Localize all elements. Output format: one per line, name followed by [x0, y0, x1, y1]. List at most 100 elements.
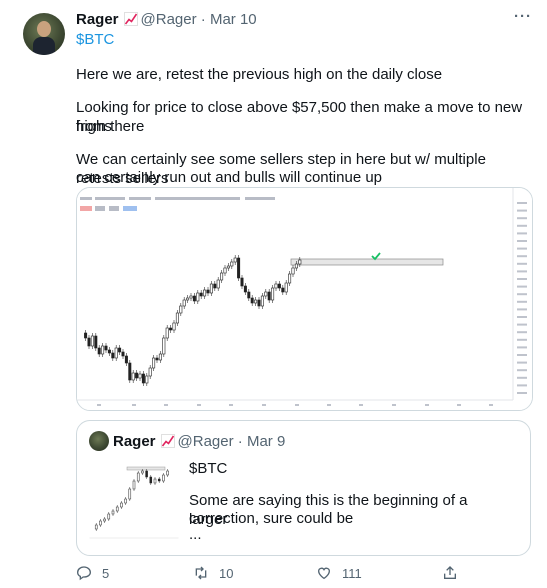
retweet-button[interactable]: 10	[193, 565, 233, 581]
price-tick	[517, 392, 527, 394]
reply-icon	[76, 566, 92, 581]
candle-body	[199, 292, 203, 297]
candle-body	[243, 285, 247, 293]
price-tick	[517, 308, 527, 311]
candle-body	[267, 291, 271, 301]
price-tick	[517, 217, 527, 220]
candle-body	[138, 373, 142, 379]
candle-body	[230, 261, 234, 267]
time-tick	[425, 404, 429, 406]
candle-body	[254, 299, 258, 304]
candle-body	[131, 372, 135, 381]
thumb-candle-body	[111, 510, 115, 515]
handle[interactable]: @Rager	[141, 11, 197, 28]
candle-body	[271, 287, 275, 301]
reply-button[interactable]: 5	[76, 565, 109, 581]
candle-body	[94, 335, 98, 349]
price-tick	[517, 224, 527, 227]
price-tick	[517, 300, 527, 303]
tweet[interactable]: Rager @Rager · Mar 10 ··· $BTC Here we ar…	[0, 0, 547, 588]
avatar[interactable]	[23, 13, 65, 55]
quoted-avatar[interactable]	[89, 431, 109, 451]
quoted-date[interactable]: Mar 9	[247, 433, 285, 450]
candle-body	[216, 279, 220, 289]
thumb-candle-body	[162, 474, 165, 482]
candle-body	[189, 295, 193, 299]
candle-body	[281, 287, 285, 293]
candle-body	[257, 299, 261, 307]
candle-body	[186, 297, 190, 301]
quoted-cashtag[interactable]: $BTC	[189, 459, 509, 478]
price-tick	[517, 369, 527, 372]
thumb-candle-body	[107, 513, 111, 520]
price-tick	[517, 331, 527, 334]
chart-up-emoji-icon	[123, 12, 138, 26]
candle-body	[264, 291, 268, 297]
tweet-line-1: Here we are, retest the previous high on…	[76, 66, 443, 83]
time-tick	[457, 404, 461, 406]
candlestick-chart-image	[77, 188, 532, 410]
quoted-tweet[interactable]: Rager @Rager · Mar 9 $BTC Some are saying…	[76, 420, 531, 556]
candle-body	[247, 291, 251, 299]
candle-body	[226, 265, 230, 269]
like-button[interactable]: 111	[316, 565, 362, 581]
time-tick	[132, 404, 136, 406]
candle-body	[182, 299, 186, 307]
chart-image[interactable]	[76, 187, 533, 411]
price-tick	[517, 293, 527, 296]
quoted-handle[interactable]: @Rager	[178, 433, 234, 450]
cashtag[interactable]: $BTC	[76, 31, 114, 48]
candle-body	[274, 283, 278, 289]
candle-body	[203, 289, 207, 297]
candle-body	[284, 282, 288, 293]
price-tick	[517, 346, 527, 349]
thumb-candle-body	[149, 476, 153, 484]
candle-body	[145, 375, 149, 384]
candle-body	[124, 355, 128, 364]
separator: ·	[200, 11, 206, 28]
tweet-actions: 5 10 111	[76, 565, 536, 583]
candle-body	[97, 347, 101, 355]
candle-body	[172, 322, 176, 331]
candle-body	[213, 283, 217, 289]
price-tick	[517, 247, 527, 250]
candle-body	[220, 272, 224, 281]
time-tick	[489, 404, 493, 406]
retweet-count: 10	[219, 565, 234, 581]
display-name[interactable]: Rager	[76, 11, 119, 28]
candle-body	[196, 292, 200, 302]
candle-body	[84, 332, 88, 339]
quoted-line-3: ...	[189, 526, 202, 543]
price-tick	[517, 278, 527, 280]
price-tick	[517, 354, 527, 356]
candle-body	[277, 283, 281, 289]
candle-body	[87, 337, 91, 347]
candle-body	[165, 327, 169, 339]
resistance-zone	[290, 258, 444, 266]
price-tick	[517, 262, 527, 265]
tweet-date[interactable]: Mar 10	[210, 11, 257, 28]
price-tick	[517, 285, 527, 288]
more-icon[interactable]: ···	[514, 8, 532, 25]
time-tick	[197, 404, 201, 406]
candle-body	[179, 305, 183, 314]
candle-body	[288, 273, 292, 284]
retweet-icon	[195, 566, 207, 580]
candle-body	[209, 283, 213, 294]
time-tick	[392, 404, 396, 406]
candle-body	[162, 337, 166, 355]
thumb-candle-body	[132, 480, 136, 490]
like-count: 111	[342, 565, 362, 581]
thumb-candle-body	[120, 502, 123, 508]
quoted-display-name[interactable]: Rager	[113, 433, 156, 450]
thumbnail-chart-image	[89, 466, 179, 539]
chart-up-emoji-icon	[160, 434, 175, 448]
tweet-header: Rager @Rager · Mar 10	[76, 10, 257, 30]
quoted-chart-thumbnail[interactable]	[89, 459, 179, 545]
share-button[interactable]	[442, 565, 468, 581]
candle-body	[118, 347, 122, 353]
candle-body	[206, 289, 210, 294]
candle-body	[260, 295, 264, 307]
time-tick	[164, 404, 168, 406]
thumb-candle-body	[103, 518, 106, 522]
